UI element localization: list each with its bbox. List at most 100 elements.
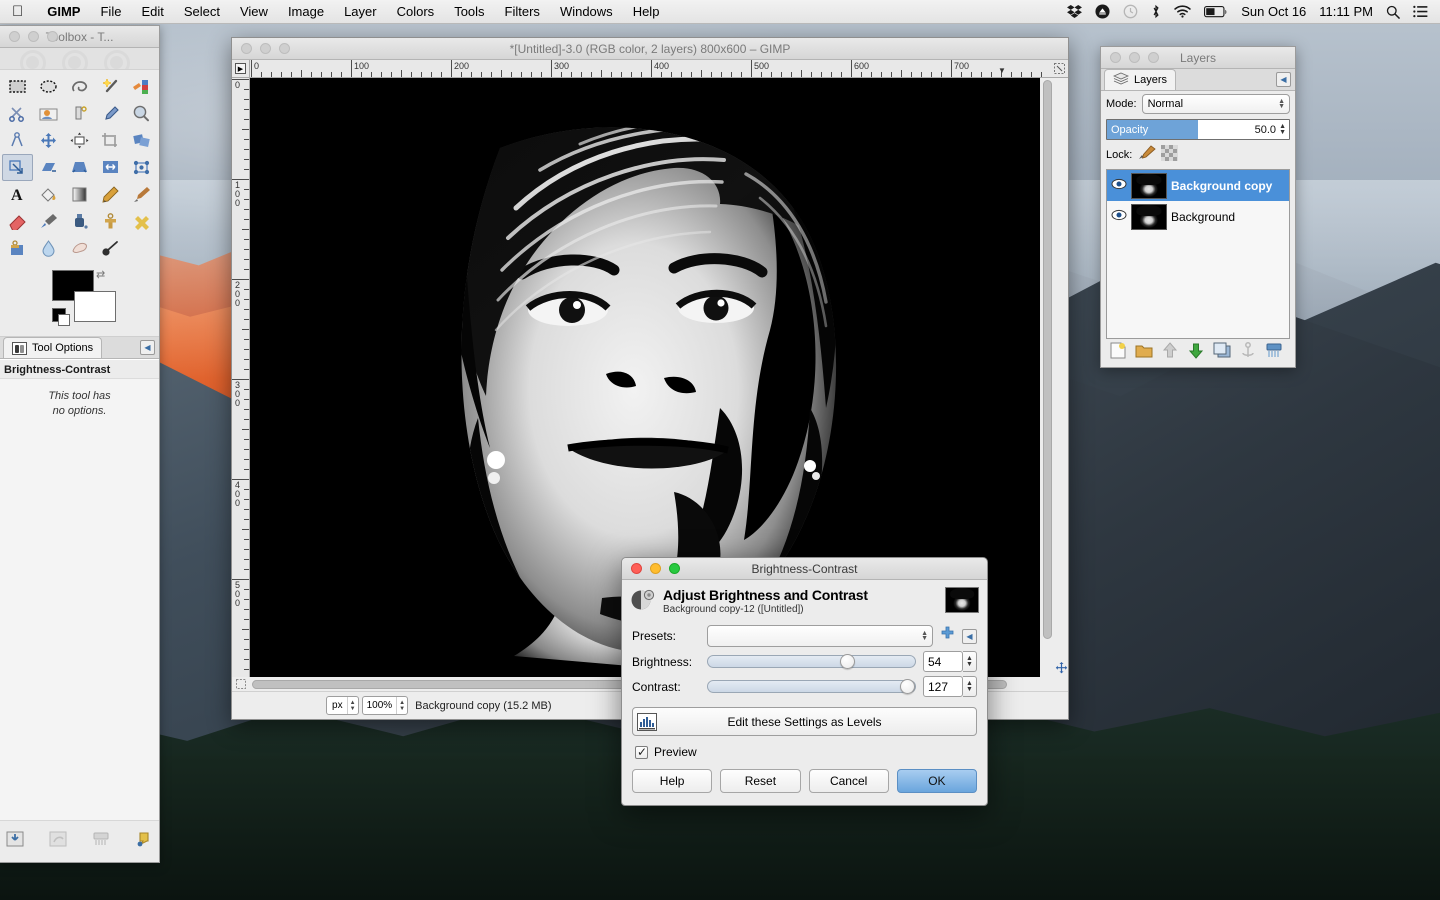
blur-sharpen-tool[interactable] [33, 235, 64, 262]
brightness-slider[interactable] [707, 654, 916, 669]
minimize-button[interactable] [28, 31, 39, 42]
reset-button[interactable]: Reset [720, 769, 801, 793]
menu-item-edit[interactable]: Edit [131, 0, 173, 24]
toolbox-titlebar[interactable]: Toolbox - T... [0, 26, 159, 48]
menu-item-select[interactable]: Select [174, 0, 230, 24]
swap-colors-icon[interactable]: ⇄ [96, 268, 105, 281]
zoom-button[interactable] [669, 563, 680, 574]
smudge-tool[interactable] [64, 235, 95, 262]
layer-row-background-copy[interactable]: Background copy [1107, 170, 1289, 201]
close-button[interactable] [9, 31, 20, 42]
search-icon[interactable] [1386, 5, 1400, 19]
menu-item-layer[interactable]: Layer [334, 0, 387, 24]
raise-layer-icon[interactable] [1161, 342, 1179, 364]
background-color-swatch[interactable] [74, 291, 116, 322]
wifi-icon[interactable] [1174, 5, 1191, 18]
zoom-button[interactable] [1148, 52, 1159, 63]
delete-layer-icon[interactable] [1265, 342, 1283, 364]
contrast-value[interactable]: 127 [923, 676, 963, 697]
dodge-burn-tool[interactable] [95, 235, 126, 262]
notification-center-icon[interactable] [1413, 5, 1428, 18]
paintbrush-tool[interactable] [126, 181, 157, 208]
select-by-color-tool[interactable] [126, 73, 157, 100]
contrast-spinner[interactable]: 127 ▲ ▼ [923, 676, 977, 697]
eraser-tool[interactable] [2, 208, 33, 235]
ok-button[interactable]: OK [896, 769, 977, 793]
menu-item-colors[interactable]: Colors [387, 0, 445, 24]
image-window-titlebar[interactable]: *[Untitled]-3.0 (RGB color, 2 layers) 80… [232, 38, 1068, 60]
time-machine-icon[interactable] [1123, 4, 1138, 19]
rect-select-tool[interactable] [2, 73, 33, 100]
menu-item-file[interactable]: File [90, 0, 131, 24]
contrast-stepper[interactable]: ▲ ▼ [963, 676, 977, 697]
dialog-titlebar[interactable]: Brightness-Contrast [622, 558, 987, 580]
preset-menu-icon[interactable]: ◀ [962, 628, 977, 644]
shear-tool[interactable] [33, 154, 64, 181]
menu-item-help[interactable]: Help [623, 0, 670, 24]
help-button[interactable]: Help [632, 769, 713, 793]
minimize-button[interactable] [1129, 52, 1140, 63]
opacity-stepper[interactable]: ▲ ▼ [1279, 123, 1289, 136]
tab-tool-options[interactable]: Tool Options [3, 337, 103, 358]
move-view-icon[interactable] [1054, 78, 1068, 677]
perspective-tool[interactable] [64, 154, 95, 181]
dropbox-icon[interactable] [1067, 4, 1083, 19]
dock-menu-icon[interactable]: ◀ [1276, 72, 1291, 87]
menu-item-image[interactable]: Image [278, 0, 334, 24]
bucket-fill-tool[interactable] [33, 181, 64, 208]
menu-item-view[interactable]: View [230, 0, 278, 24]
perspective-clone-tool[interactable] [2, 235, 33, 262]
horizontal-ruler[interactable]: 0 100 200 300 400 500 600 700 ▼ [250, 60, 1050, 78]
zoom-button[interactable] [279, 43, 290, 54]
minimize-button[interactable] [650, 563, 661, 574]
lock-alpha-icon[interactable] [1161, 145, 1179, 164]
opacity-slider[interactable]: Opacity 50.0 ▲ ▼ [1106, 119, 1290, 140]
ink-tool[interactable] [64, 208, 95, 235]
ellipse-select-tool[interactable] [33, 73, 64, 100]
cage-transform-tool[interactable] [126, 154, 157, 181]
text-tool[interactable]: A [2, 181, 33, 208]
unit-selector[interactable]: px ▲ ▼ [325, 696, 359, 715]
layer-list[interactable]: Background copy Background [1106, 169, 1290, 339]
minimize-button[interactable] [260, 43, 271, 54]
brightness-spinner[interactable]: 54 ▲ ▼ [923, 651, 977, 672]
foreground-select-tool[interactable] [33, 100, 64, 127]
tab-layers[interactable]: Layers [1104, 69, 1177, 90]
free-select-tool[interactable] [64, 73, 95, 100]
reset-tool-options-icon[interactable] [134, 830, 154, 853]
lower-layer-icon[interactable] [1187, 342, 1205, 364]
close-button[interactable] [631, 563, 642, 574]
paths-tool[interactable] [64, 100, 95, 127]
navigation-preview-icon[interactable] [1050, 60, 1068, 78]
layers-dock-titlebar[interactable]: Layers [1101, 47, 1295, 69]
vertical-ruler[interactable]: 0 100 200 300 400 500 [232, 78, 250, 677]
save-tool-options-icon[interactable] [5, 830, 25, 853]
crop-tool[interactable] [95, 127, 126, 154]
restore-tool-options-icon[interactable] [48, 830, 68, 853]
zoom-button[interactable] [47, 31, 58, 42]
dock-menu-icon[interactable]: ◀ [140, 340, 155, 355]
add-preset-icon[interactable] [940, 626, 955, 646]
zoom-selector[interactable]: 100% ▲ ▼ [361, 696, 409, 715]
battery-icon[interactable] [1204, 5, 1228, 18]
menu-item-tools[interactable]: Tools [444, 0, 494, 24]
clone-tool[interactable] [95, 208, 126, 235]
cancel-button[interactable]: Cancel [808, 769, 889, 793]
flip-tool[interactable] [95, 154, 126, 181]
heal-tool[interactable] [126, 208, 157, 235]
eye-icon[interactable] [1111, 178, 1127, 193]
anchor-layer-icon[interactable] [1239, 342, 1257, 364]
cloud-icon[interactable] [1095, 4, 1110, 19]
contrast-slider[interactable] [707, 679, 916, 694]
brightness-stepper[interactable]: ▲ ▼ [963, 651, 977, 672]
measure-tool[interactable] [2, 127, 33, 154]
color-picker-tool[interactable] [95, 100, 126, 127]
layer-row-background[interactable]: Background [1107, 201, 1289, 232]
preview-checkbox[interactable] [635, 745, 648, 759]
new-layer-group-icon[interactable] [1135, 342, 1153, 364]
new-layer-icon[interactable] [1109, 342, 1127, 364]
canvas-vertical-scrollbar[interactable] [1040, 78, 1054, 677]
airbrush-tool[interactable] [33, 208, 64, 235]
contrast-slider-knob[interactable] [899, 679, 915, 694]
gradient-tool[interactable] [64, 181, 95, 208]
